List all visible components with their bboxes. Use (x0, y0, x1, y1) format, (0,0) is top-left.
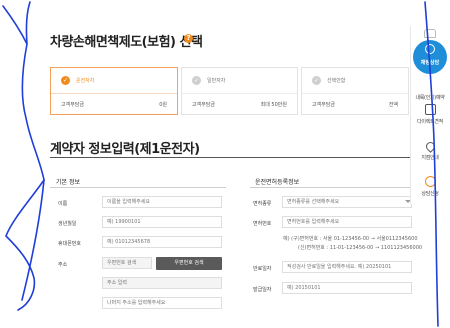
name-label: 이름 (58, 201, 68, 207)
issue-date-input[interactable] (282, 282, 412, 294)
plan-label: 고객부담금 (61, 102, 85, 108)
phone-label: 휴대폰번호 (58, 241, 82, 247)
plan-value: 전액 (388, 102, 398, 108)
chat-icon (424, 176, 436, 187)
plan-value: 0원 (159, 102, 167, 108)
check-icon: ✓ (192, 76, 201, 85)
license-type-label: 면허종류 (253, 201, 272, 207)
license-number-label: 면허번호 (253, 221, 272, 227)
check-icon: ✓ (61, 76, 70, 85)
scribble-mark (21, 179, 45, 301)
chat-counsel-button[interactable]: 채팅상담 (413, 40, 447, 74)
plan-name: 운전자차 (76, 78, 95, 84)
top-icon (424, 29, 436, 38)
license-type-select[interactable] (282, 196, 412, 208)
license-number-note-old: 예) (구)면허번호 : 서울 01-123456-00 → 서울0112345… (283, 236, 418, 242)
license-number-note-new: (신)면허번호 : 11-01-123456-00 → 110112345600… (298, 245, 423, 251)
plan-card-none[interactable]: ✓ 선택안함 고객부담금 전액 (301, 67, 409, 115)
scribble-mark (21, 43, 45, 181)
quick-menu-direct-quote[interactable]: 다이렉트견적 (411, 104, 449, 125)
phone-input[interactable] (102, 236, 222, 248)
plan-card-full-coverage[interactable]: ✓ 운전자차 고객부담금 0원 (50, 67, 178, 115)
location-pin-icon (423, 140, 437, 153)
document-icon (424, 104, 436, 115)
expiry-date-input[interactable] (282, 261, 412, 273)
license-info-title: 운전면허등록정보 (255, 179, 300, 186)
scribble-mark (5, 235, 36, 311)
issue-date-label: 발급일자 (253, 287, 272, 293)
scribble-mark (2, 1, 31, 45)
help-icon[interactable]: ? (184, 34, 193, 43)
quick-menu-reservation[interactable]: 내륙(인기)예약 (411, 80, 449, 101)
address-label: 주소 (58, 262, 68, 268)
plan-name: 선택안함 (327, 78, 346, 84)
chat-counsel-label: 채팅상담 (420, 60, 440, 66)
license-info-divider (250, 187, 410, 188)
plan-label: 고객부담금 (192, 102, 216, 108)
plan-name: 일반자차 (207, 78, 226, 84)
quick-menu-consult[interactable]: 상담신청 (411, 176, 449, 197)
plan-card-general[interactable]: ✓ 일반자차 고객부담금 최대 50만원 (181, 67, 298, 115)
birthdate-input[interactable] (102, 216, 222, 228)
scribble-mark (5, 179, 45, 237)
plan-value: 최대 50만원 (260, 102, 287, 108)
zipcode-input[interactable] (102, 257, 152, 269)
zipcode-search-button[interactable]: 우편번호 검색 (156, 257, 222, 270)
plan-label: 고객부담금 (312, 102, 336, 108)
contractor-section-title: 계약자 정보입력(제1운전자) (50, 142, 200, 157)
name-input[interactable] (102, 196, 222, 208)
insurance-section-title: 차량손해면책제도(보험) 선택 (50, 35, 203, 50)
address-input[interactable] (102, 277, 222, 289)
basic-info-title: 기본 정보 (56, 179, 80, 186)
expiry-label: 만료일자 (253, 266, 272, 272)
user-icon (425, 44, 435, 54)
birth-label: 생년월일 (58, 221, 77, 227)
license-number-input[interactable] (282, 216, 412, 228)
basic-info-divider (50, 187, 226, 188)
address-detail-input[interactable] (102, 297, 222, 309)
section-divider (50, 157, 418, 158)
check-icon: ✓ (312, 76, 321, 85)
quick-menu-branch[interactable]: 지점안내 (411, 140, 449, 161)
